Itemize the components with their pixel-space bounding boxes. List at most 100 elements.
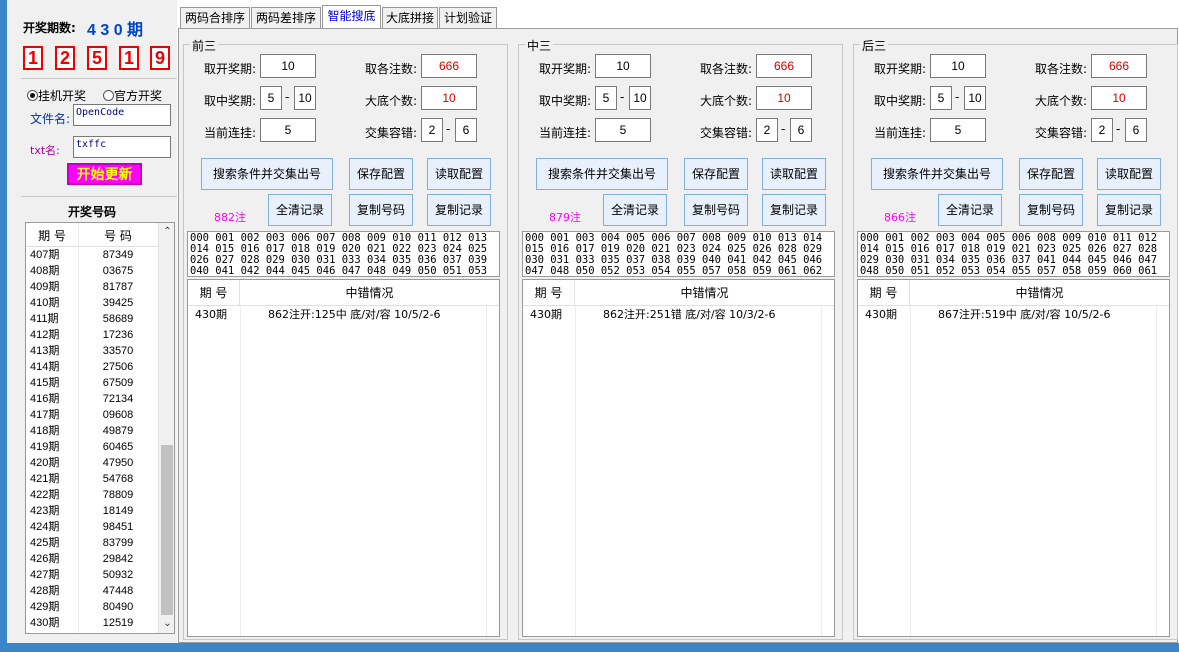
list-scrollbar[interactable]: ⌃ ⌄	[158, 223, 174, 633]
table-row[interactable]: 429期 80490	[26, 599, 158, 615]
base-count-input[interactable]: 10	[1091, 86, 1147, 110]
streak-input[interactable]: 5	[595, 118, 651, 142]
row-code: 58689	[102, 313, 134, 325]
table-row[interactable]: 417期 09608	[26, 407, 158, 423]
start-update-button[interactable]: 开始更新	[67, 163, 142, 185]
group-middle: 中三 取开奖期: 10 取各注数: 666 取中奖期: 5 - 10 大底个数:…	[518, 37, 843, 640]
tolerance-to-input[interactable]: 6	[455, 118, 477, 142]
clear-records-button[interactable]: 全清记录	[268, 194, 332, 226]
tab-two-code-sum[interactable]: 两码合排序	[180, 7, 250, 29]
table-row[interactable]: 419期 60465	[26, 439, 158, 455]
streak-input[interactable]: 5	[930, 118, 986, 142]
tolerance-from-input[interactable]: 2	[1091, 118, 1113, 142]
tab-plan-verify[interactable]: 计划验证	[439, 7, 497, 29]
scroll-up-icon[interactable]: ⌃	[159, 223, 174, 241]
hit-issue-from-input[interactable]: 5	[260, 86, 282, 110]
draw-history-list[interactable]: 期 号 号 码 407期 87349 408期 03675 409期 81787 410期 3…	[25, 222, 175, 634]
load-config-button[interactable]: 读取配置	[1097, 158, 1161, 190]
table-row[interactable]: 416期 72134	[26, 391, 158, 407]
each-count-input[interactable]: 666	[1091, 54, 1147, 78]
clear-records-button[interactable]: 全清记录	[603, 194, 667, 226]
row-code: 60465	[102, 441, 134, 453]
tab-two-code-diff[interactable]: 两码差排序	[251, 7, 321, 29]
table-row[interactable]: 407期 87349	[26, 247, 158, 263]
tolerance-from-input[interactable]: 2	[421, 118, 443, 142]
table-row[interactable]: 430期 12519	[26, 615, 158, 631]
open-issue-input[interactable]: 10	[595, 54, 651, 78]
record-list[interactable]: 期 号 中错情况 430期 867注开:519中 底/对/容 10/5/2-6	[857, 279, 1170, 637]
save-config-button[interactable]: 保存配置	[684, 158, 748, 190]
table-row[interactable]: 415期 67509	[26, 375, 158, 391]
hit-issue-to-input[interactable]: 10	[964, 86, 986, 110]
base-count-input[interactable]: 10	[421, 86, 477, 110]
row-code: 47950	[102, 457, 134, 469]
record-list[interactable]: 期 号 中错情况 430期 862注开:251错 底/对/容 10/3/2-6	[522, 279, 835, 637]
tab-base-merge[interactable]: 大底拼接	[382, 7, 438, 29]
copy-records-button[interactable]: 复制记录	[762, 194, 826, 226]
clear-records-button[interactable]: 全清记录	[938, 194, 1002, 226]
table-row[interactable]: 418期 49879	[26, 423, 158, 439]
table-row[interactable]: 414期 27506	[26, 359, 158, 375]
tolerance-to-input[interactable]: 6	[1125, 118, 1147, 142]
search-intersect-button[interactable]: 搜索条件并交集出号	[201, 158, 333, 190]
table-row[interactable]: 420期 47950	[26, 455, 158, 471]
table-row[interactable]: 425期 83799	[26, 535, 158, 551]
tolerance-to-input[interactable]: 6	[790, 118, 812, 142]
scroll-down-icon[interactable]: ⌄	[159, 615, 174, 633]
txt-name-input[interactable]: txffc	[73, 136, 171, 158]
codes-output[interactable]: 000 001 002 003 006 007 008 009 010 011 …	[187, 231, 500, 277]
search-intersect-button[interactable]: 搜索条件并交集出号	[536, 158, 668, 190]
open-issue-input[interactable]: 10	[260, 54, 316, 78]
table-row[interactable]: 430期 862注开:125中 底/对/容 10/5/2-6	[188, 306, 499, 324]
hit-issue-from-input[interactable]: 5	[930, 86, 952, 110]
scroll-thumb[interactable]	[161, 445, 173, 615]
load-config-button[interactable]: 读取配置	[427, 158, 491, 190]
open-issue-input[interactable]: 10	[930, 54, 986, 78]
table-row[interactable]: 408期 03675	[26, 263, 158, 279]
table-row[interactable]: 411期 58689	[26, 311, 158, 327]
tolerance-from-input[interactable]: 2	[756, 118, 778, 142]
codes-output[interactable]: 000 001 002 003 004 005 006 008 009 010 …	[857, 231, 1170, 277]
streak-input[interactable]: 5	[260, 118, 316, 142]
copy-records-button[interactable]: 复制记录	[1097, 194, 1161, 226]
hit-issue-to-input[interactable]: 10	[294, 86, 316, 110]
table-row[interactable]: 421期 54768	[26, 471, 158, 487]
copy-codes-button[interactable]: 复制号码	[1019, 194, 1083, 226]
table-row[interactable]: 410期 39425	[26, 295, 158, 311]
row-issue: 423期	[30, 505, 60, 517]
record-list[interactable]: 期 号 中错情况 430期 862注开:125中 底/对/容 10/5/2-6	[187, 279, 500, 637]
table-row[interactable]: 412期 17236	[26, 327, 158, 343]
table-row[interactable]: 430期 862注开:251错 底/对/容 10/3/2-6	[523, 306, 834, 324]
file-name-input[interactable]: OpenCode	[73, 104, 171, 126]
save-config-button[interactable]: 保存配置	[1019, 158, 1083, 190]
table-row[interactable]: 427期 50932	[26, 567, 158, 583]
tab-smart-search[interactable]: 智能搜底	[322, 5, 381, 29]
hit-issue-to-input[interactable]: 10	[629, 86, 651, 110]
hit-issue-from-input[interactable]: 5	[595, 86, 617, 110]
table-row[interactable]: 430期 867注开:519中 底/对/容 10/5/2-6	[858, 306, 1169, 324]
copy-codes-button[interactable]: 复制号码	[684, 194, 748, 226]
radio-official[interactable]: 官方开奖	[103, 87, 162, 104]
save-config-button[interactable]: 保存配置	[349, 158, 413, 190]
row-issue: 413期	[30, 345, 60, 357]
base-count-label: 大底个数:	[365, 94, 418, 108]
radio-hook[interactable]: 挂机开奖	[27, 87, 86, 104]
table-row[interactable]: 423期 18149	[26, 503, 158, 519]
table-row[interactable]: 422期 78809	[26, 487, 158, 503]
row-code: 18149	[102, 505, 134, 517]
table-row[interactable]: 424期 98451	[26, 519, 158, 535]
search-intersect-button[interactable]: 搜索条件并交集出号	[871, 158, 1003, 190]
codes-output[interactable]: 000 001 003 004 005 006 007 008 009 010 …	[522, 231, 835, 277]
copy-codes-button[interactable]: 复制号码	[349, 194, 413, 226]
table-row[interactable]: 428期 47448	[26, 583, 158, 599]
table-row[interactable]: 426期 29842	[26, 551, 158, 567]
table-row[interactable]: 409期 81787	[26, 279, 158, 295]
base-count-input[interactable]: 10	[756, 86, 812, 110]
each-count-input[interactable]: 666	[756, 54, 812, 78]
load-config-button[interactable]: 读取配置	[762, 158, 826, 190]
copy-records-button[interactable]: 复制记录	[427, 194, 491, 226]
each-count-input[interactable]: 666	[421, 54, 477, 78]
group-back: 后三 取开奖期: 10 取各注数: 666 取中奖期: 5 - 10 大底个数:…	[853, 37, 1178, 640]
row-code: 78809	[102, 489, 134, 501]
table-row[interactable]: 413期 33570	[26, 343, 158, 359]
